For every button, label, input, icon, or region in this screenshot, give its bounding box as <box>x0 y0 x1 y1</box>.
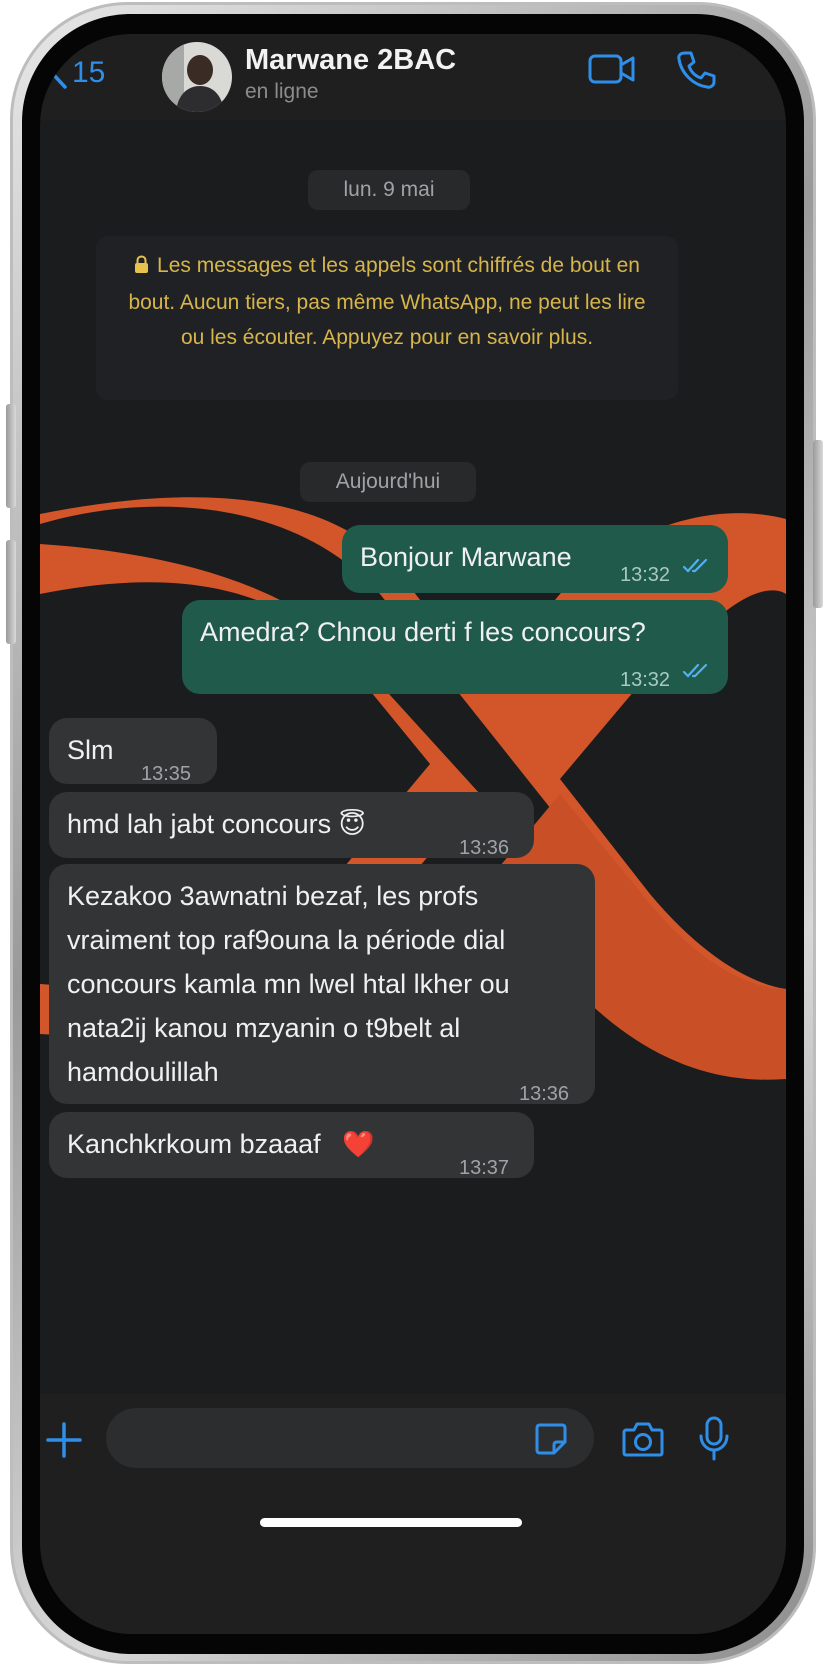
avatar-photo <box>162 42 232 112</box>
encryption-notice[interactable]: Les messages et les appels sont chiffrés… <box>96 236 678 400</box>
message-text: Slm <box>67 735 114 765</box>
home-indicator <box>260 1518 522 1527</box>
message-text: Kanchkrkoum bzaaaf ❤️ <box>67 1129 375 1160</box>
encryption-text: Les messages et les appels sont chiffrés… <box>128 254 646 349</box>
message-bubble-incoming[interactable]: Kanchkrkoum bzaaaf ❤️ 13:37 <box>49 1112 534 1179</box>
input-bar <box>40 1394 786 1634</box>
video-call-icon[interactable] <box>588 52 636 86</box>
message-input[interactable] <box>106 1408 594 1468</box>
chevron-left-icon <box>49 57 67 89</box>
message-time: 13:37 <box>459 1157 510 1179</box>
plus-icon[interactable] <box>46 1422 82 1458</box>
halo-emoji: 😇 <box>338 810 366 840</box>
back-button[interactable]: 15 <box>48 56 105 90</box>
date-separator: lun. 9 mai <box>308 170 470 210</box>
message-text: Amedra? Chnou derti f les concours? <box>200 617 646 647</box>
message-time: 13:36 <box>519 1083 570 1105</box>
message-text: hmd lah jabt concours 😇 <box>67 809 366 840</box>
contact-status: en ligne <box>245 80 319 103</box>
message-bubble-outgoing[interactable]: Bonjour Marwane 13:32 <box>342 525 728 593</box>
message-time: 13:32 <box>620 669 671 691</box>
double-check-icon <box>682 663 708 678</box>
side-button-left-2 <box>6 540 16 644</box>
side-button-left-1 <box>6 404 16 508</box>
date-separator-today: Aujourd'hui <box>300 462 476 502</box>
message-text: Kezakoo 3awnatni bezaf, les profs vraime… <box>67 881 510 1087</box>
phone-call-icon[interactable] <box>676 50 716 90</box>
message-bubble-outgoing[interactable]: Amedra? Chnou derti f les concours? 13:3… <box>182 600 728 694</box>
heart-emoji: ❤️ <box>342 1130 375 1160</box>
message-bubble-incoming[interactable]: Slm 13:35 <box>49 718 217 785</box>
double-check-icon <box>682 558 708 573</box>
message-text: Bonjour Marwane <box>360 542 572 572</box>
message-time: 13:32 <box>620 564 671 586</box>
chat-header: 15 Marwane 2BAC en ligne <box>40 34 786 120</box>
contact-name[interactable]: Marwane 2BAC <box>245 44 456 77</box>
side-button-right <box>813 440 823 608</box>
lock-icon <box>134 250 149 285</box>
avatar[interactable] <box>162 42 232 112</box>
chat-screen: 15 Marwane 2BAC en ligne lun. 9 mai Les … <box>40 34 786 1634</box>
message-bubble-incoming[interactable]: hmd lah jabt concours 😇 13:36 <box>49 792 534 859</box>
sticker-icon[interactable] <box>534 1422 568 1456</box>
message-bubble-incoming[interactable]: Kezakoo 3awnatni bezaf, les profs vraime… <box>49 864 595 1105</box>
camera-icon[interactable] <box>622 1420 664 1458</box>
microphone-icon[interactable] <box>698 1416 730 1462</box>
unread-count: 15 <box>72 56 106 89</box>
message-time: 13:35 <box>141 763 192 785</box>
